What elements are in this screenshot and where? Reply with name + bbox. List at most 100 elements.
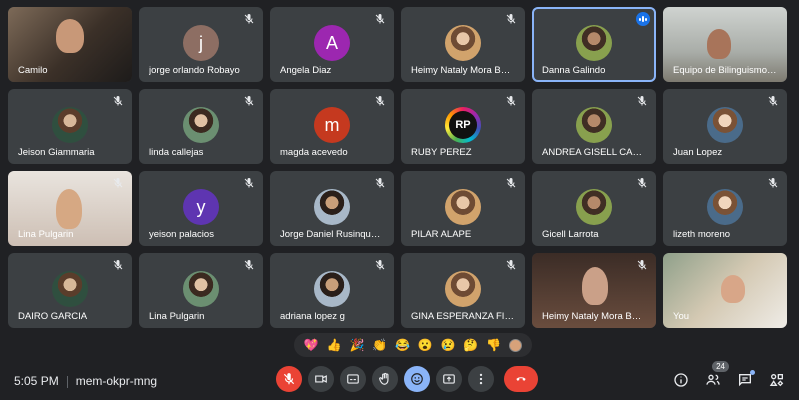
participant-tile[interactable]: Danna Galindo (532, 7, 656, 82)
participant-name: adriana lopez g (280, 311, 345, 322)
participant-name: Heimy Nataly Mora Barah... (542, 311, 646, 322)
reaction-emoji[interactable]: 👍 (327, 339, 342, 351)
person-silhouette (582, 267, 608, 305)
avatar-photo (314, 189, 350, 225)
reaction-emoji[interactable]: 😮 (418, 339, 433, 351)
reaction-emoji[interactable]: 💖 (304, 339, 319, 351)
shapes-icon (769, 374, 784, 387)
participant-tile[interactable]: GINA ESPERANZA FIAGA ... (401, 253, 525, 328)
participant-tile[interactable]: Jeison Giammaria (8, 89, 132, 164)
reaction-emoji[interactable]: 👎 (486, 339, 501, 351)
participant-tile[interactable]: Heimy Nataly Mora Barah... (401, 7, 525, 82)
muted-mic-icon (636, 177, 648, 189)
avatar-initial: A (314, 25, 350, 61)
person-silhouette (721, 275, 745, 303)
participant-name: magda acevedo (280, 147, 348, 158)
muted-mic-icon (112, 177, 124, 189)
participant-name: Angela Diaz (280, 65, 332, 76)
participant-tile[interactable]: m magda acevedo (270, 89, 394, 164)
muted-mic-icon (767, 177, 779, 189)
mic-off-icon (283, 373, 295, 385)
avatar-logo: RP (445, 107, 481, 143)
participant-tile[interactable]: Heimy Nataly Mora Barah... (532, 253, 656, 328)
muted-mic-icon (505, 95, 517, 107)
camera-button[interactable] (308, 366, 334, 392)
side-controls: 24 (671, 361, 787, 390)
meeting-code: mem-okpr-mng (75, 374, 158, 388)
people-icon (706, 374, 720, 385)
reaction-emoji[interactable]: 😢 (441, 339, 456, 351)
people-button[interactable]: 24 (703, 361, 729, 390)
participant-name: Gicell Larrota (542, 229, 599, 240)
more-options-button[interactable] (468, 366, 494, 392)
participant-name: GINA ESPERANZA FIAGA ... (411, 311, 515, 322)
reactions-bar: 💖 👍 🎉 👏 😂 😮 😢 🤔 👎 (294, 333, 532, 357)
reaction-emoji[interactable]: 🎉 (349, 339, 364, 351)
bottom-bar: 5:05 PM mem-okpr-mng 24 (0, 361, 799, 400)
participant-tile[interactable]: A Angela Diaz (270, 7, 394, 82)
participant-tile[interactable]: y yeison palacios (139, 171, 263, 246)
avatar-photo (576, 189, 612, 225)
participant-tile[interactable]: RP RUBY PEREZ (401, 89, 525, 164)
participant-tile[interactable]: j jorge orlando Robayo (139, 7, 263, 82)
muted-mic-icon (505, 259, 517, 271)
chat-button[interactable] (735, 370, 755, 390)
participant-tile[interactable]: Lina Pulgarin (139, 253, 263, 328)
participant-tile[interactable]: lizeth moreno (663, 171, 787, 246)
muted-mic-icon (112, 259, 124, 271)
participant-tile[interactable]: Equipo de Bilinguismo 20... (663, 7, 787, 82)
participant-tile[interactable]: Gicell Larrota (532, 171, 656, 246)
participant-name: Equipo de Bilinguismo 20... (673, 65, 777, 76)
participants-count-badge: 24 (712, 361, 729, 372)
end-call-button[interactable] (504, 366, 538, 392)
reaction-emoji[interactable]: 👏 (372, 339, 387, 351)
muted-mic-icon (374, 95, 386, 107)
reaction-emoji[interactable]: 🤔 (463, 339, 478, 351)
more-vert-icon (479, 373, 483, 385)
participant-tile[interactable]: adriana lopez g (270, 253, 394, 328)
participant-tile[interactable]: You (663, 253, 787, 328)
hand-icon (379, 372, 389, 385)
participant-tile[interactable]: ANDREA GISELL CARRILL... (532, 89, 656, 164)
participant-name: Heimy Nataly Mora Barah... (411, 65, 515, 76)
muted-mic-icon (243, 13, 255, 25)
participant-name: ANDREA GISELL CARRILL... (542, 147, 646, 158)
info-icon (674, 373, 688, 387)
participant-name: RUBY PEREZ (411, 147, 472, 158)
participant-tile[interactable]: Lina Pulgarin (8, 171, 132, 246)
muted-mic-icon (374, 259, 386, 271)
avatar-photo (445, 25, 481, 61)
phone-hangup-icon (516, 377, 526, 381)
avatar-initial: j (183, 25, 219, 61)
participant-tile[interactable]: Camilo (8, 7, 132, 82)
captions-button[interactable] (340, 366, 366, 392)
meeting-details-button[interactable] (671, 370, 691, 390)
avatar-photo (52, 107, 88, 143)
present-button[interactable] (436, 366, 462, 392)
participant-name: yeison palacios (149, 229, 214, 240)
person-silhouette (56, 189, 82, 229)
muted-mic-icon (112, 95, 124, 107)
activities-button[interactable] (767, 370, 787, 390)
emoji-button[interactable] (404, 366, 430, 392)
reaction-emoji[interactable]: 😂 (395, 339, 410, 351)
participant-tile[interactable]: PILAR ALAPE (401, 171, 525, 246)
person-silhouette (707, 29, 731, 59)
participant-tile[interactable]: Juan Lopez (663, 89, 787, 164)
participant-name: Lina Pulgarin (149, 311, 205, 322)
avatar-photo (183, 107, 219, 143)
participant-tile[interactable]: Jorge Daniel Rusinque Al... (270, 171, 394, 246)
participant-tile[interactable]: DAIRO GARCIA (8, 253, 132, 328)
participant-name: Camilo (18, 65, 48, 76)
avatar-photo (576, 107, 612, 143)
mic-off-button[interactable] (276, 366, 302, 392)
raise-hand-button[interactable] (372, 366, 398, 392)
muted-mic-icon (374, 177, 386, 189)
participant-name: Jeison Giammaria (18, 147, 95, 158)
call-controls (276, 366, 538, 392)
muted-mic-icon (374, 13, 386, 25)
skin-tone-picker-icon[interactable] (508, 338, 522, 352)
avatar-photo (707, 107, 743, 143)
participant-tile[interactable]: linda callejas (139, 89, 263, 164)
chat-notification-dot (750, 370, 755, 375)
